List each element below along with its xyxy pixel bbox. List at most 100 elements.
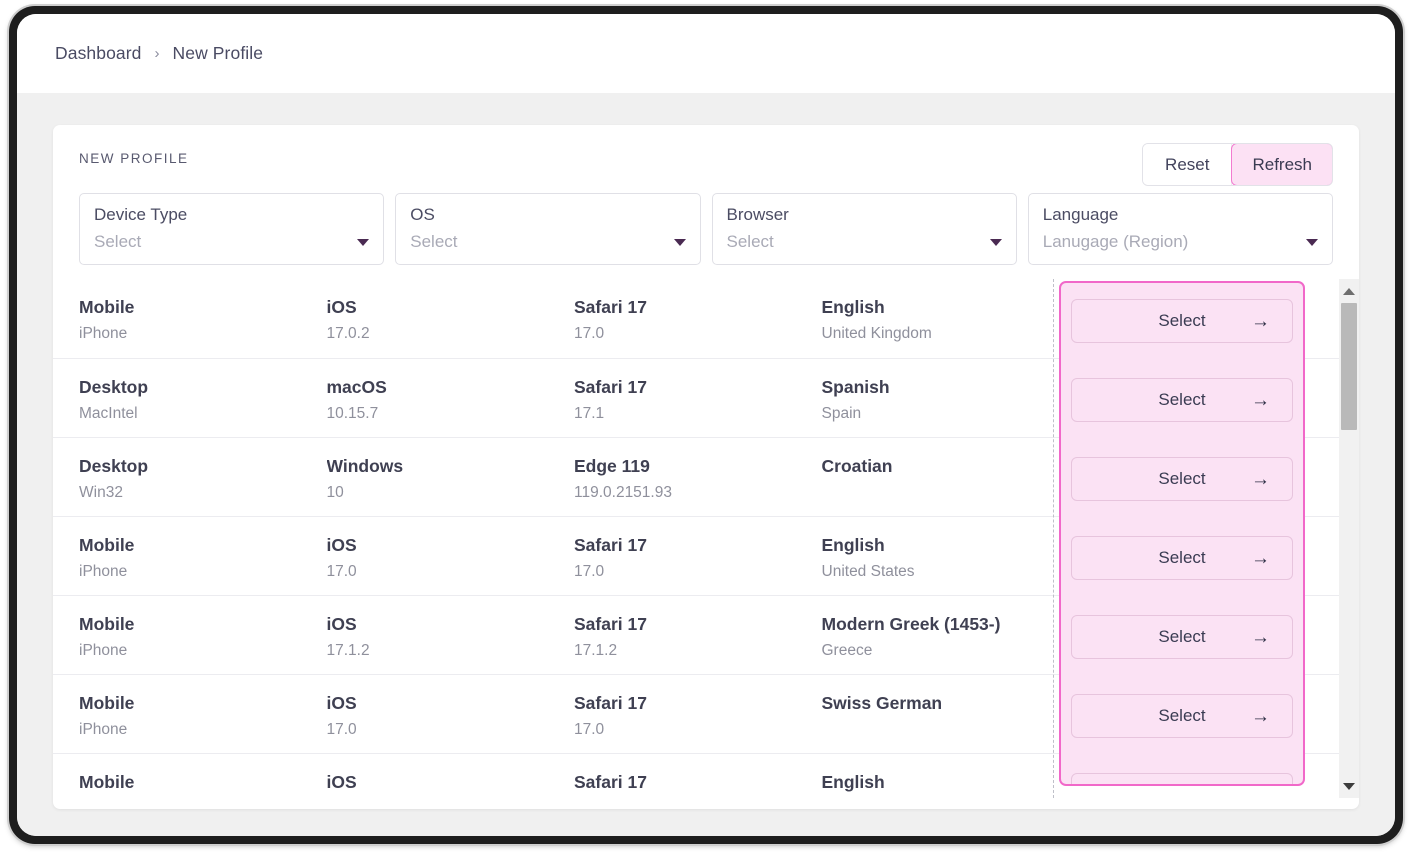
filter-os-label: OS xyxy=(410,205,435,224)
arrow-right-icon: → xyxy=(1251,389,1270,411)
column-guide-line xyxy=(1053,279,1054,798)
cell-browser-secondary: 17.1 xyxy=(574,405,605,422)
cell-device: Desktop MacIntel xyxy=(79,377,327,424)
filter-device-type-label: Device Type xyxy=(94,205,188,224)
filter-device-type-value: Select xyxy=(94,232,142,251)
cell-device-primary: Mobile xyxy=(79,772,135,792)
select-button-label: Select xyxy=(1158,785,1205,786)
cell-language-primary: English xyxy=(821,297,885,317)
cell-browser-primary: Edge 119 xyxy=(574,456,650,476)
page-body: NEW PROFILE Reset Refresh Device Type Se… xyxy=(17,93,1395,836)
cell-device: Desktop Win32 xyxy=(79,456,327,503)
cell-device: Mobile iPhone xyxy=(79,297,327,344)
arrow-right-icon: → xyxy=(1251,705,1270,727)
refresh-button[interactable]: Refresh xyxy=(1231,144,1333,186)
select-button-label: Select xyxy=(1158,548,1206,567)
cell-os-primary: iOS xyxy=(326,614,357,634)
table-scrollbar[interactable] xyxy=(1339,279,1359,798)
cell-device: Mobile iPhone xyxy=(79,535,327,582)
select-button-label: Select xyxy=(1158,311,1206,330)
cell-os: iOS 17.0 xyxy=(327,535,575,582)
cell-browser-primary: Safari 17 xyxy=(574,614,647,634)
chevron-down-icon[interactable] xyxy=(357,239,370,246)
cell-browser: Safari 17 17.1.2 xyxy=(574,614,822,661)
select-button-label: Select xyxy=(1158,627,1206,646)
select-actions-panel: Select → Select → Select → Select → Select → Selec… xyxy=(1059,281,1305,786)
select-button[interactable]: Select → xyxy=(1071,694,1293,738)
cell-browser: Safari 17 17.0 xyxy=(574,535,822,582)
cell-language-secondary: United States xyxy=(821,563,915,580)
reset-button[interactable]: Reset xyxy=(1143,144,1233,186)
filter-language[interactable]: Language Lanugage (Region) xyxy=(1027,193,1333,265)
cell-device-primary: Mobile xyxy=(79,297,135,317)
cell-browser-primary: Safari 17 xyxy=(574,535,647,555)
filter-language-label: Language xyxy=(1042,205,1119,224)
filter-language-value: Lanugage (Region) xyxy=(1042,232,1189,251)
cell-browser-primary: Safari 17 xyxy=(574,297,647,317)
chevron-down-icon[interactable] xyxy=(673,239,686,246)
scroll-up-icon[interactable] xyxy=(1339,281,1359,301)
select-button-column: Select → Select → Select → Select → Select → Selec… xyxy=(1061,299,1303,787)
cell-os: iOS 17.0.2 xyxy=(327,297,575,344)
cell-device-secondary: iPhone xyxy=(79,642,128,659)
cell-device-primary: Desktop xyxy=(79,377,149,397)
cell-device-primary: Mobile xyxy=(79,535,135,555)
cell-browser-secondary: 17.0 xyxy=(574,325,605,342)
cell-language: English xyxy=(822,772,1070,793)
select-button-slot: Select → xyxy=(1061,773,1303,787)
select-button[interactable]: Select → xyxy=(1071,457,1293,501)
cell-browser: Edge 119 119.0.2151.93 xyxy=(574,456,822,503)
scroll-down-icon[interactable] xyxy=(1339,776,1359,796)
cell-os-primary: macOS xyxy=(326,377,387,397)
arrow-right-icon: → xyxy=(1251,547,1270,569)
cell-language-secondary: Spain xyxy=(821,405,862,422)
cell-device-secondary: iPhone xyxy=(79,721,128,738)
cell-os: iOS 17.1.2 xyxy=(327,614,575,661)
cell-device-secondary: Win32 xyxy=(79,484,123,501)
cell-os-primary: Windows xyxy=(326,456,404,476)
filter-browser-value: Select xyxy=(726,232,774,251)
arrow-right-icon: → xyxy=(1251,786,1270,787)
select-button[interactable]: Select → xyxy=(1071,378,1293,422)
cell-device-secondary: iPhone xyxy=(79,325,128,342)
breadcrumb-item-dashboard[interactable]: Dashboard xyxy=(55,43,142,64)
filter-os-value: Select xyxy=(410,232,458,251)
cell-os: Windows 10 xyxy=(327,456,575,503)
select-button[interactable]: Select → xyxy=(1071,615,1293,659)
cell-browser: Safari 17 17.1 xyxy=(574,377,822,424)
page-title: NEW PROFILE xyxy=(79,151,189,166)
cell-browser-primary: Safari 17 xyxy=(574,772,647,792)
cell-device: Mobile iPhone xyxy=(79,693,327,740)
scrollbar-thumb[interactable] xyxy=(1341,303,1357,430)
chevron-down-icon[interactable] xyxy=(989,239,1002,246)
cell-device: Mobile iPhone xyxy=(79,614,327,661)
select-button-slot: Select → xyxy=(1061,457,1303,536)
filter-device-type[interactable]: Device Type Select xyxy=(79,193,385,265)
cell-browser: Safari 17 17.0 xyxy=(574,693,822,740)
filter-os[interactable]: OS Select xyxy=(395,193,701,265)
cell-browser: Safari 17 17.0 xyxy=(574,297,822,344)
select-button[interactable]: Select → xyxy=(1071,773,1293,787)
select-button-slot: Select → xyxy=(1061,299,1303,378)
filter-browser[interactable]: Browser Select xyxy=(711,193,1017,265)
cell-language-primary: Croatian xyxy=(821,456,893,476)
select-button[interactable]: Select → xyxy=(1071,536,1293,580)
select-button-slot: Select → xyxy=(1061,536,1303,615)
cell-language-primary: English xyxy=(821,535,885,555)
cell-language-secondary: United Kingdom xyxy=(821,325,932,342)
cell-language: Spanish Spain xyxy=(822,377,1070,424)
cell-os-secondary: 10 xyxy=(326,484,344,501)
cell-language-primary: Modern Greek (1453-) xyxy=(821,614,1001,634)
chevron-down-icon[interactable] xyxy=(1306,239,1318,246)
select-button-label: Select xyxy=(1158,390,1206,409)
cell-os: iOS 17.0 xyxy=(327,693,575,740)
select-button[interactable]: Select → xyxy=(1071,299,1293,343)
profiles-table-wrapper: Mobile iPhone iOS 17.0.2 Safari 17 17.0 Englis… xyxy=(53,279,1359,798)
cell-device-primary: Desktop xyxy=(79,456,149,476)
cell-language: English United States xyxy=(822,535,1070,582)
cell-os-secondary: 17.0 xyxy=(326,721,357,738)
cell-browser-secondary: 17.1.2 xyxy=(574,642,618,659)
cell-os-primary: iOS xyxy=(326,772,357,792)
cell-language-secondary: Greece xyxy=(821,642,873,659)
breadcrumb-item-new-profile[interactable]: New Profile xyxy=(173,43,264,64)
